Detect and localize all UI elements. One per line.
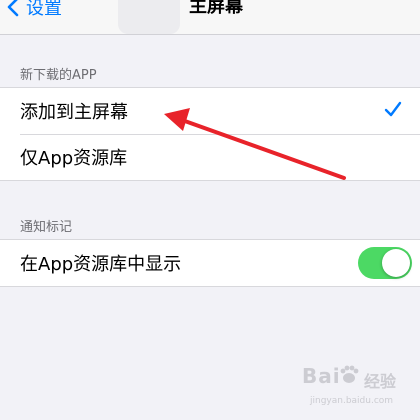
new-downloads-group: 添加到主屏幕 仅App资源库 bbox=[0, 88, 420, 180]
watermark-brand-suffix: 经验 bbox=[364, 372, 397, 391]
option-add-to-home-screen[interactable]: 添加到主屏幕 bbox=[0, 88, 420, 134]
show-in-app-library-toggle[interactable] bbox=[358, 247, 412, 279]
paw-icon bbox=[340, 365, 359, 383]
page-title: 主屏幕 bbox=[189, 0, 243, 17]
option-app-library-only[interactable]: 仅App资源库 bbox=[0, 134, 420, 180]
section-header-notification-badges: 通知标记 bbox=[20, 220, 73, 235]
nav-divider bbox=[0, 34, 420, 35]
checkmark-icon bbox=[384, 101, 402, 117]
notification-badges-group: 在App资源库中显示 bbox=[0, 240, 420, 286]
toggle-knob bbox=[382, 249, 410, 277]
annotation-arrow bbox=[164, 108, 346, 180]
option-label: 在App资源库中显示 bbox=[20, 254, 182, 275]
navigation-bar: 设置 主屏幕 bbox=[0, 0, 420, 34]
section-header-new-downloads: 新下载的APP bbox=[20, 68, 97, 83]
option-label: 仅App资源库 bbox=[20, 148, 128, 169]
watermark-url: jingyan.baidu.com bbox=[310, 396, 394, 406]
group-divider bbox=[0, 286, 420, 287]
show-in-app-library-row: 在App资源库中显示 bbox=[0, 240, 420, 286]
group-divider bbox=[0, 180, 420, 181]
watermark-brand: Bai bbox=[302, 364, 341, 388]
option-label: 添加到主屏幕 bbox=[20, 102, 128, 123]
